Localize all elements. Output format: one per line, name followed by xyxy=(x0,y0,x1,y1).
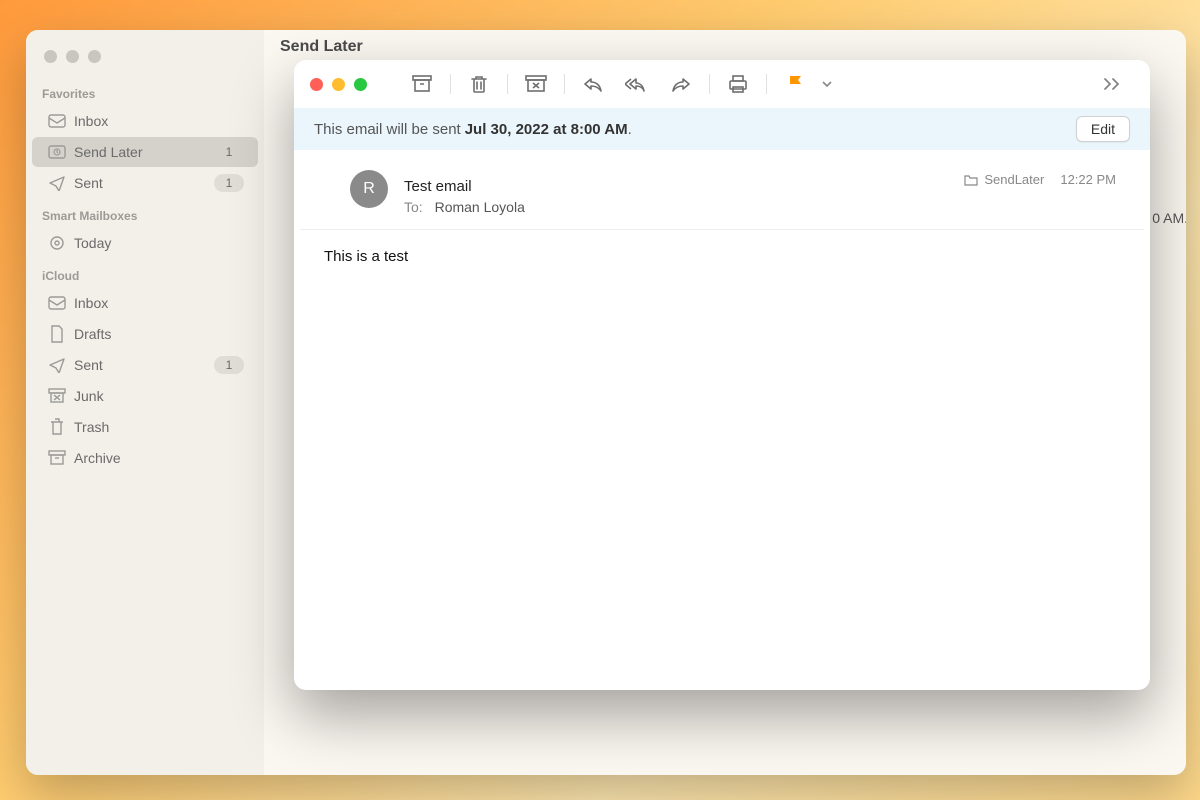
zoom-button[interactable] xyxy=(354,78,367,91)
message-subject: Test email xyxy=(404,178,964,195)
sidebar-item-badge: 1 xyxy=(214,174,244,192)
background-traffic-lights xyxy=(26,38,264,77)
mailbox-title-text: Send Later xyxy=(280,38,363,56)
sent-icon xyxy=(46,357,68,373)
folder-icon xyxy=(964,174,978,186)
sidebar-item-send-later[interactable]: Send Later1 xyxy=(32,137,258,167)
flag-button[interactable] xyxy=(773,67,817,101)
gear-icon xyxy=(46,234,68,252)
message-time: 12:22 PM xyxy=(1060,172,1116,187)
sidebar-item-label: Sent xyxy=(74,175,214,191)
sidebar-item-today[interactable]: Today xyxy=(32,228,258,258)
zoom-dot-inactive[interactable] xyxy=(88,50,101,63)
to-label: To: xyxy=(404,199,423,215)
sidebar: FavoritesInboxSend Later1Sent1Smart Mail… xyxy=(26,30,264,775)
message-body: This is a test xyxy=(294,230,1150,283)
banner-suffix-text: . xyxy=(628,121,632,138)
toolbar-divider xyxy=(507,74,508,94)
sidebar-section-label: Smart Mailboxes xyxy=(26,199,264,227)
reply-button[interactable] xyxy=(571,67,615,101)
inbox-icon xyxy=(46,296,68,310)
sidebar-section-label: iCloud xyxy=(26,259,264,287)
junk-button[interactable] xyxy=(514,67,558,101)
toolbar-overflow-button[interactable] xyxy=(1090,67,1134,101)
minimize-button[interactable] xyxy=(332,78,345,91)
mailbox-tag-label: SendLater xyxy=(984,172,1044,187)
trash-icon xyxy=(46,418,68,436)
mailbox-title: Send Later xyxy=(264,30,1186,64)
sidebar-item-badge: 1 xyxy=(214,143,244,161)
sender-avatar: R xyxy=(350,170,388,208)
sidebar-item-inbox[interactable]: Inbox xyxy=(32,288,258,318)
banner-prefix-text: This email will be sent xyxy=(314,121,461,138)
sidebar-item-inbox[interactable]: Inbox xyxy=(32,106,258,136)
sidebar-item-drafts[interactable]: Drafts xyxy=(32,319,258,349)
sidebar-item-archive[interactable]: Archive xyxy=(32,443,258,473)
sidebar-item-label: Sent xyxy=(74,357,214,373)
sidebar-item-label: Drafts xyxy=(74,326,244,342)
sidebar-item-label: Junk xyxy=(74,388,244,404)
junk-icon xyxy=(46,388,68,404)
sidebar-item-trash[interactable]: Trash xyxy=(32,412,258,442)
sidebar-item-junk[interactable]: Junk xyxy=(32,381,258,411)
message-toolbar xyxy=(294,60,1150,108)
sidebar-item-badge: 1 xyxy=(214,356,244,374)
edit-schedule-button[interactable]: Edit xyxy=(1076,116,1130,142)
message-header: R Test email To: Roman Loyola SendLater … xyxy=(300,150,1144,230)
toolbar-divider xyxy=(766,74,767,94)
banner-date-text: Jul 30, 2022 at 8:00 AM xyxy=(465,121,628,138)
toolbar-divider xyxy=(709,74,710,94)
sidebar-item-label: Trash xyxy=(74,419,244,435)
recipient-line: To: Roman Loyola xyxy=(404,199,964,215)
archive-icon xyxy=(46,450,68,466)
toolbar-divider xyxy=(564,74,565,94)
sent-icon xyxy=(46,175,68,191)
message-viewer-window: This email will be sent Jul 30, 2022 at … xyxy=(294,60,1150,690)
flag-dropdown[interactable] xyxy=(817,67,837,101)
sidebar-item-label: Today xyxy=(74,235,244,251)
sidebar-item-sent[interactable]: Sent1 xyxy=(32,168,258,198)
minimize-dot-inactive[interactable] xyxy=(66,50,79,63)
to-value: Roman Loyola xyxy=(435,199,525,215)
reply-all-button[interactable] xyxy=(615,67,659,101)
inbox-icon xyxy=(46,114,68,128)
toolbar-divider xyxy=(450,74,451,94)
forward-button[interactable] xyxy=(659,67,703,101)
sidebar-item-label: Inbox xyxy=(74,295,244,311)
mailbox-tag[interactable]: SendLater xyxy=(964,172,1044,187)
avatar-initial: R xyxy=(363,180,375,198)
close-dot-inactive[interactable] xyxy=(44,50,57,63)
print-button[interactable] xyxy=(716,67,760,101)
clock-icon xyxy=(46,145,68,159)
close-button[interactable] xyxy=(310,78,323,91)
bg-schedule-fragment: 0 AM. xyxy=(1152,210,1186,226)
doc-icon xyxy=(46,325,68,343)
sidebar-section-label: Favorites xyxy=(26,77,264,105)
archive-button[interactable] xyxy=(400,67,444,101)
trash-button[interactable] xyxy=(457,67,501,101)
sidebar-item-label: Inbox xyxy=(74,113,244,129)
sidebar-item-sent[interactable]: Sent1 xyxy=(32,350,258,380)
send-later-banner: This email will be sent Jul 30, 2022 at … xyxy=(294,108,1150,150)
sidebar-item-label: Archive xyxy=(74,450,244,466)
sidebar-item-label: Send Later xyxy=(74,144,214,160)
